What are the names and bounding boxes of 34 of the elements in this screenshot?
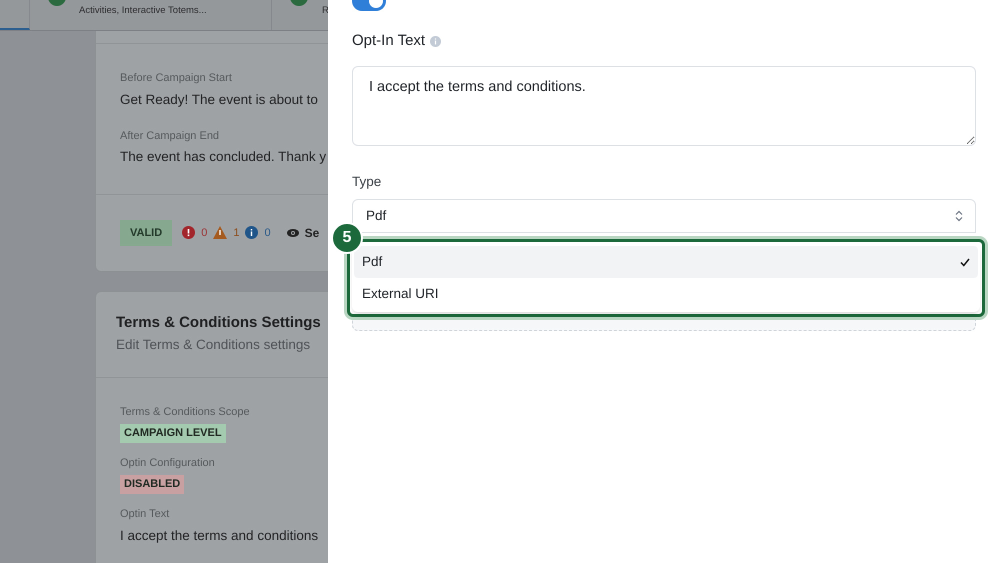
eye-icon xyxy=(286,228,299,237)
tab[interactable] xyxy=(0,0,30,30)
check-icon xyxy=(960,258,970,266)
dropdown-option[interactable]: Pdf xyxy=(354,246,978,278)
warning-icon xyxy=(213,226,228,240)
card-subtitle: Edit Terms & Conditions settings xyxy=(116,336,312,354)
dropdown-option[interactable]: External URI xyxy=(354,278,978,310)
field-label: Optin Configuration xyxy=(120,456,215,471)
field-value: The event has concluded. Thank y xyxy=(120,148,328,166)
info-count: 0 xyxy=(264,226,271,240)
field-value: I accept the terms and conditions xyxy=(120,527,318,546)
warning-count: 1 xyxy=(233,226,240,240)
see-link[interactable]: Se xyxy=(304,224,320,242)
info-icon xyxy=(430,36,442,47)
scope-tag: CAMPAIGN LEVEL xyxy=(120,424,226,443)
chevron-icon xyxy=(955,210,963,222)
field-label: Terms & Conditions Scope xyxy=(120,404,250,420)
step-badge: 5 xyxy=(331,222,363,254)
text-area[interactable]: I accept the terms and conditions. xyxy=(352,66,976,146)
type-select[interactable]: Pdf xyxy=(352,198,976,233)
field-value: Get Ready! The event is about to xyxy=(120,90,319,109)
error-icon xyxy=(182,226,196,240)
card-title: Terms & Conditions Settings xyxy=(116,313,322,333)
tab-subtitle: Activities, Interactive Totems... xyxy=(79,4,207,18)
tab[interactable]: Activities, Interactive Totems... xyxy=(30,0,272,30)
error-count: 0 xyxy=(201,226,208,240)
field-label: Optin Text xyxy=(120,506,170,522)
field-label: Type xyxy=(352,172,382,191)
status-tag: VALID xyxy=(120,220,172,246)
field-label: After Campaign End xyxy=(120,128,220,144)
scope-tag: DISABLED xyxy=(120,475,184,494)
info-icon xyxy=(245,226,258,240)
field-label: Opt-In Text xyxy=(352,31,426,51)
field-label: Before Campaign Start xyxy=(120,71,233,86)
